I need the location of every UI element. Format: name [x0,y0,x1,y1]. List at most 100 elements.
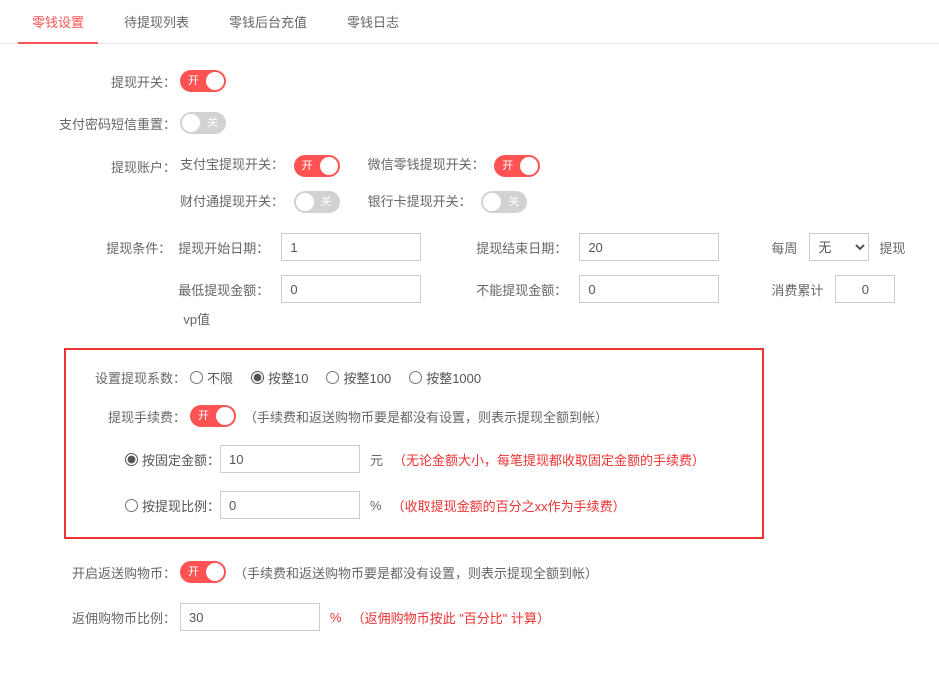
row-return-coin: 开启返送购物币： 开 （手续费和返送购物币要是都没有设置，则表示提现全额到帐） [20,561,919,583]
toggle-text: 开 [198,405,209,427]
cond-block: 提现开始日期： 提现结束日期： 每周 无 提现 最低提现金额： 不能提现金额： … [175,233,919,328]
row-fee-fixed: 按固定金额： 元 （无论金额大小，每笔提现都收取固定金额的手续费） [108,445,748,473]
toggle-text: 开 [188,561,199,583]
input-fee-fixed[interactable] [220,445,360,473]
note-return-coin: （手续费和返送购物币要是都没有设置，则表示提现全额到帐） [234,563,598,582]
label-withdraw-switch: 提现开关： [20,72,180,91]
radio-coeff-1000[interactable]: 按整1000 [409,368,481,387]
input-fee-ratio[interactable] [220,491,360,519]
radio-label: 按整100 [343,368,391,387]
label-paypwd-sms-reset: 支付密码短信重置： [20,114,180,133]
radio-label: 按提现比例： [142,496,220,515]
toggle-wxwallet[interactable]: 开 [494,155,540,177]
toggle-text: 开 [188,70,199,92]
toggle-knob [320,157,338,175]
radio-group-coeff: 不限 按整10 按整100 按整1000 [190,368,481,387]
label-weekly-suffix: 提现 [879,238,905,257]
label-min-amount: 最低提现金额： [175,280,275,299]
toggle-alipay[interactable]: 开 [294,155,340,177]
acct-wxwallet: 微信零钱提现开关： 开 [368,154,541,177]
toggle-fee[interactable]: 开 [190,405,236,427]
tab-wallet-settings[interactable]: 零钱设置 [18,0,98,43]
label-tenpay: 财付通提现开关： [180,194,284,209]
tab-wallet-log[interactable]: 零钱日志 [333,0,413,43]
row-withdraw-cond: 提现条件： 提现开始日期： 提现结束日期： 每周 无 提现 最低提现金额： 不能… [20,233,919,328]
input-not-withdraw[interactable] [579,275,719,303]
acct-alipay: 支付宝提现开关： 开 [180,154,340,177]
radio-coeff-unlimited[interactable]: 不限 [190,368,233,387]
toggle-paypwd-sms-reset[interactable]: 关 [180,112,226,134]
radio-fee-fixed[interactable]: 按固定金额： [108,450,220,469]
label-not-withdraw: 不能提现金额： [473,280,573,299]
content: 提现开关： 开 支付密码短信重置： 关 提现账户： 支付宝提现开关： 开 微信零… [0,44,939,681]
label-withdraw-cond: 提现条件： [20,233,175,257]
note-fee: （手续费和返送购物币要是都没有设置，则表示提现全额到帐） [244,407,608,426]
toggle-text: 开 [302,155,313,177]
input-consume-sum[interactable] [835,275,895,303]
acct-tenpay: 财付通提现开关： 关 [180,191,340,214]
radio-input[interactable] [190,371,203,384]
row-fee-switch: 提现手续费： 开 （手续费和返送购物币要是都没有设置，则表示提现全额到帐） [80,405,748,427]
row-fee-ratio: 按提现比例： % （收取提现金额的百分之xx作为手续费） [108,491,748,519]
radio-label: 按整10 [268,368,308,387]
row-withdraw-switch: 提现开关： 开 [20,70,919,92]
accounts-block: 支付宝提现开关： 开 微信零钱提现开关： 开 财付通提现开关： 关 银行卡提现开… [180,154,540,213]
input-end-date[interactable] [579,233,719,261]
redbox: 设置提现系数： 不限 按整10 按整100 按整1000 提现手续费： 开 （手… [64,348,764,539]
radio-fee-ratio[interactable]: 按提现比例： [108,496,220,515]
radio-coeff-100[interactable]: 按整100 [326,368,391,387]
label-start-date: 提现开始日期： [175,238,275,257]
radio-input[interactable] [125,499,138,512]
toggle-return-coin[interactable]: 开 [180,561,226,583]
row-paypwd-sms-reset: 支付密码短信重置： 关 [20,112,919,134]
tab-pending-withdraw[interactable]: 待提现列表 [110,0,203,43]
select-weekly[interactable]: 无 [809,233,869,261]
toggle-text: 关 [321,191,332,213]
toggle-text: 关 [508,191,519,213]
toggle-bankcard[interactable]: 关 [481,191,527,213]
label-bankcard: 银行卡提现开关： [368,194,472,209]
toggle-knob [483,193,501,211]
toggle-withdraw-switch[interactable]: 开 [180,70,226,92]
cond-line2: 最低提现金额： 不能提现金额： 消费累计 vp值 [175,275,919,328]
toggle-knob [182,114,200,132]
input-start-date[interactable] [281,233,421,261]
label-weekly: 每周 [771,238,797,257]
input-min-amount[interactable] [281,275,421,303]
input-rebate-ratio[interactable] [180,603,320,631]
radio-label: 按整1000 [426,368,481,387]
toggle-text: 开 [502,155,513,177]
label-withdraw-account: 提现账户： [20,154,180,176]
radio-input[interactable] [409,371,422,384]
label-return-coin: 开启返送购物币： [20,563,180,582]
note-fee-fixed: （无论金额大小，每笔提现都收取固定金额的手续费） [393,450,705,469]
unit-fee-fixed: 元 [370,450,383,469]
accounts-line2: 财付通提现开关： 关 银行卡提现开关： 关 [180,191,540,214]
row-withdraw-account: 提现账户： 支付宝提现开关： 开 微信零钱提现开关： 开 财付通提现开关： 关 … [20,154,919,213]
label-coeff: 设置提现系数： [80,368,190,387]
label-vp: vp值 [183,309,210,328]
tab-backend-recharge[interactable]: 零钱后台充值 [215,0,321,43]
label-fee: 提现手续费： [80,407,190,426]
unit-fee-ratio: % [370,498,382,513]
radio-label: 不限 [207,368,233,387]
label-consume-sum: 消费累计 [771,280,823,299]
tabs: 零钱设置 待提现列表 零钱后台充值 零钱日志 [0,0,939,44]
row-rebate-ratio: 返佣购物币比例： % （返佣购物币按此 "百分比" 计算） [20,603,919,631]
toggle-knob [206,563,224,581]
unit-rebate: % [330,610,342,625]
acct-bankcard: 银行卡提现开关： 关 [368,191,528,214]
radio-input[interactable] [326,371,339,384]
toggle-knob [296,193,314,211]
radio-input[interactable] [251,371,264,384]
toggle-tenpay[interactable]: 关 [294,191,340,213]
toggle-knob [206,72,224,90]
label-rebate-ratio: 返佣购物币比例： [20,608,180,627]
toggle-text: 关 [207,112,218,134]
radio-coeff-10[interactable]: 按整10 [251,368,308,387]
cond-line1: 提现开始日期： 提现结束日期： 每周 无 提现 [175,233,919,261]
radio-input[interactable] [125,453,138,466]
radio-label: 按固定金额： [142,450,220,469]
row-coeff: 设置提现系数： 不限 按整10 按整100 按整1000 [80,368,748,387]
note-rebate: （返佣购物币按此 "百分比" 计算） [352,608,550,627]
